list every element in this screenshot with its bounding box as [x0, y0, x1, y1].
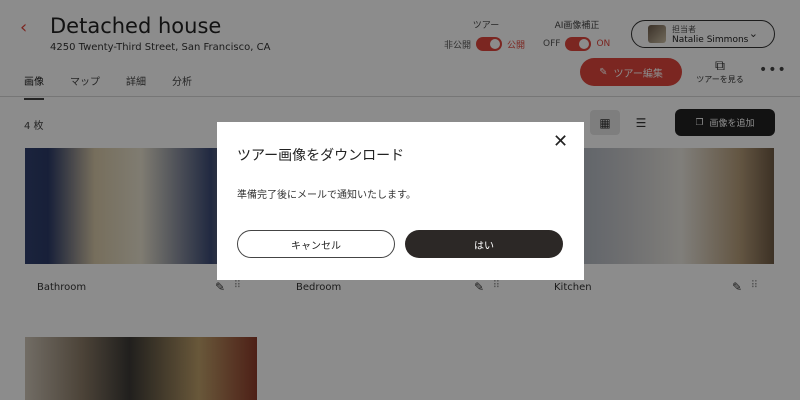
- confirm-button[interactable]: はい: [405, 230, 563, 258]
- close-icon[interactable]: ✕: [553, 133, 568, 151]
- dialog-title: ツアー画像をダウンロード: [237, 148, 405, 164]
- cancel-button[interactable]: キャンセル: [237, 230, 395, 258]
- download-dialog: ツアー画像をダウンロード ✕ 準備完了後にメールで通知いたします。 キャンセル …: [217, 122, 584, 280]
- dialog-message: 準備完了後にメールで通知いたします。: [237, 190, 416, 201]
